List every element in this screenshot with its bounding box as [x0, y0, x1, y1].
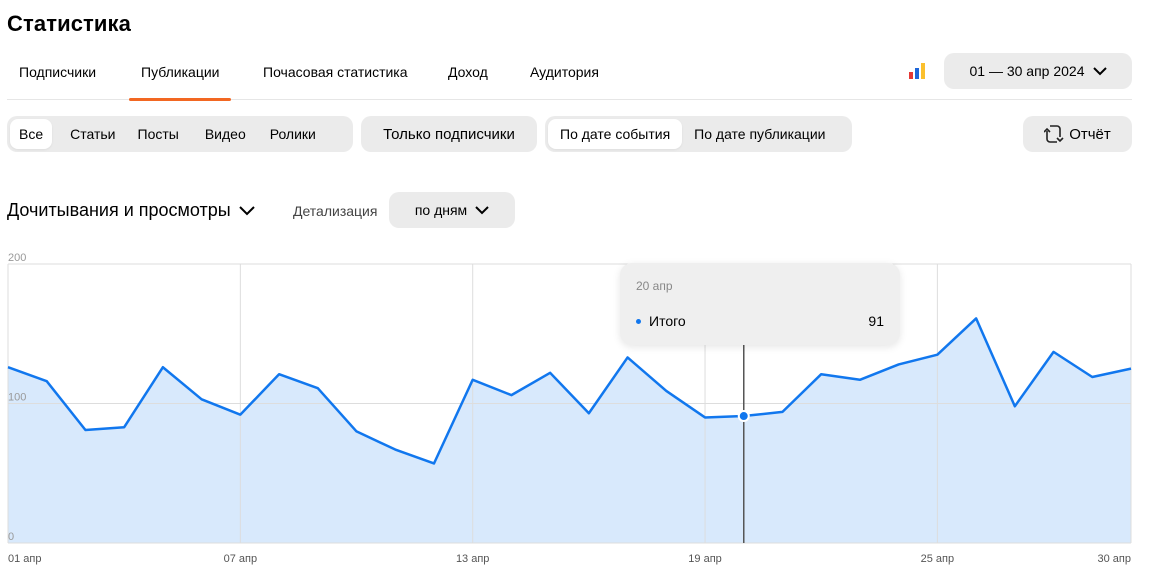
tab-subscribers[interactable]: Подписчики	[19, 54, 96, 100]
date-mode-filter: По дате события По дате публикации	[545, 116, 852, 152]
data-point	[664, 389, 668, 393]
views-chart[interactable]: 200 100 0 01 апр 07 апр 13 апр 19 апр 25 апр 30 …	[0, 240, 1169, 577]
filter-video[interactable]: Видео	[196, 119, 255, 149]
detail-label: Детализация	[293, 203, 378, 219]
x-tick-label: 13 апр	[456, 553, 489, 565]
x-tick-label: 01 апр	[8, 553, 41, 565]
content-type-filter: Все Статьи Посты Видео Ролики	[7, 116, 353, 152]
chevron-down-icon	[1092, 66, 1107, 75]
data-point	[897, 362, 901, 366]
data-point	[355, 429, 359, 433]
series-dot-icon	[636, 318, 641, 324]
x-tick-label: 30 апр	[1098, 553, 1131, 565]
filter-articles[interactable]: Статьи	[61, 119, 124, 149]
x-tick-label: 25 апр	[921, 553, 954, 565]
tooltip-value: 91	[868, 313, 884, 329]
data-point	[432, 461, 436, 465]
data-point	[1013, 404, 1017, 408]
detail-dropdown[interactable]: по дням	[389, 192, 515, 228]
data-point	[238, 413, 242, 417]
data-point	[122, 425, 126, 429]
data-point	[161, 365, 165, 369]
data-point	[819, 372, 823, 376]
tab-income[interactable]: Доход	[448, 54, 488, 100]
filter-shorts[interactable]: Ролики	[261, 119, 325, 149]
filter-posts[interactable]: Посты	[129, 119, 188, 149]
filter-all[interactable]: Все	[10, 119, 53, 149]
data-point	[509, 393, 513, 397]
tab-publications[interactable]: Публикации	[128, 54, 233, 101]
data-point	[83, 428, 87, 432]
date-mode-event[interactable]: По дате события	[548, 119, 683, 149]
data-point	[587, 411, 591, 415]
data-point	[935, 353, 939, 357]
refresh-report-icon	[1044, 125, 1064, 143]
x-tick-label: 07 апр	[224, 553, 257, 565]
tooltip-series: Итого	[649, 313, 686, 329]
data-point	[393, 448, 397, 452]
data-point	[6, 365, 10, 369]
tab-hourly-stats[interactable]: Почасовая статистика	[263, 54, 408, 100]
x-tick-label: 19 апр	[688, 553, 721, 565]
chevron-down-icon	[475, 205, 489, 214]
y-tick-label: 100	[8, 392, 26, 404]
data-point	[858, 378, 862, 382]
page-title: Статистика	[7, 11, 131, 36]
data-point	[974, 316, 978, 320]
data-point	[1129, 367, 1133, 371]
y-tick-label: 0	[8, 531, 14, 543]
data-point	[780, 410, 784, 414]
data-point	[277, 372, 281, 376]
detail-value: по дням	[414, 202, 468, 218]
data-point	[471, 378, 475, 382]
area-fill	[8, 318, 1131, 543]
date-range-button[interactable]: 01 — 30 апр 2024	[944, 53, 1132, 89]
metric-selector[interactable]: Дочитывания и просмотры	[7, 200, 255, 221]
data-point	[200, 397, 204, 401]
chevron-down-icon	[239, 205, 255, 215]
date-range-label: 01 — 30 апр 2024	[969, 63, 1085, 79]
data-point	[1090, 375, 1094, 379]
metric-label: Дочитывания и просмотры	[7, 200, 231, 220]
y-tick-label: 200	[8, 252, 26, 264]
report-label: Отчёт	[1069, 125, 1111, 143]
data-point	[626, 355, 630, 359]
data-point	[548, 371, 552, 375]
data-point	[1052, 350, 1056, 354]
chart-tooltip: 20 апр Итого 91	[620, 263, 900, 345]
subscribers-only-toggle[interactable]: Только подписчики	[361, 116, 537, 152]
report-button[interactable]: Отчёт	[1023, 116, 1132, 152]
data-point	[316, 386, 320, 390]
tab-audience[interactable]: Аудитория	[530, 54, 599, 100]
highlighted-point	[737, 410, 750, 423]
data-point	[703, 415, 707, 419]
date-mode-publication[interactable]: По дате публикации	[685, 119, 834, 149]
tooltip-row: Итого 91	[636, 313, 884, 329]
tooltip-date: 20 апр	[636, 279, 673, 293]
bar-chart-icon[interactable]	[908, 62, 926, 80]
data-point	[45, 379, 49, 383]
